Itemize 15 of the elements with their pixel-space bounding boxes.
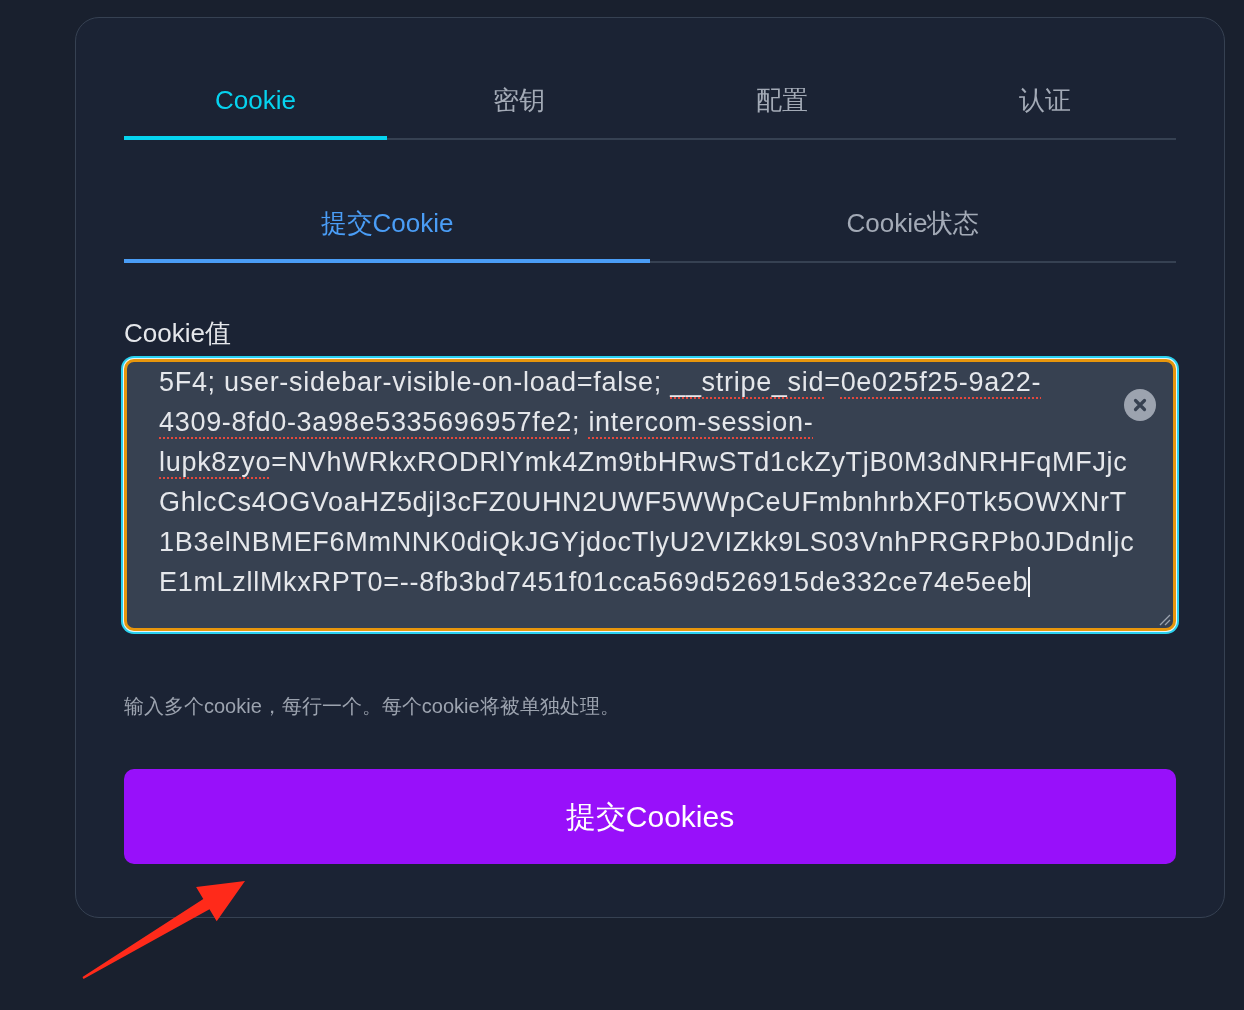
tab[interactable]: 密钥 — [387, 64, 650, 140]
cookie-textarea[interactable] — [124, 359, 1176, 631]
hint-text: 输入多个cookie，每行一个。每个cookie将被单独处理。 — [124, 694, 620, 718]
tab[interactable]: Cookie — [124, 64, 387, 140]
tab[interactable]: 认证 — [913, 64, 1176, 140]
text-cursor-icon — [1028, 566, 1031, 597]
field-label: Cookie值 — [124, 317, 231, 349]
clear-button[interactable] — [1124, 389, 1156, 421]
subtab[interactable]: Cookie状态 — [650, 187, 1176, 263]
clear-icon — [1124, 389, 1156, 421]
subtab[interactable]: 提交Cookie — [124, 187, 650, 263]
submit-button[interactable]: 提交Cookies — [124, 769, 1176, 864]
cookie-value-text: 5F4; user-sidebar-visible-on-load=false; __stripe_sid=0e025f25-9a22- 4309-8fd0-3a98e5335696957fe2; intercom-session- lupk8zyo=NVhWRkxRODRlYmk4Zm9tbHRwSTd1ckZyTjB0M3dNRHFqMFJjc GhlcCs4OGVoaHZ5djl3cFZ0UHN2UWF5WWpCeUFmbnhrbXF0Tk5OWXNrT 1B3elNBMEF6MmNNK0diQkJGYjdocTlyU2VIZkk9LS03VnhPRGRPb0JDdnljc E1mLzllMkxRPT0=--8fb3bd7451f01cca569d526915de332ce74e5eeb — [159, 366, 1135, 599]
resize-handle-icon[interactable] — [1159, 614, 1171, 626]
tab[interactable]: 配置 — [650, 64, 913, 140]
